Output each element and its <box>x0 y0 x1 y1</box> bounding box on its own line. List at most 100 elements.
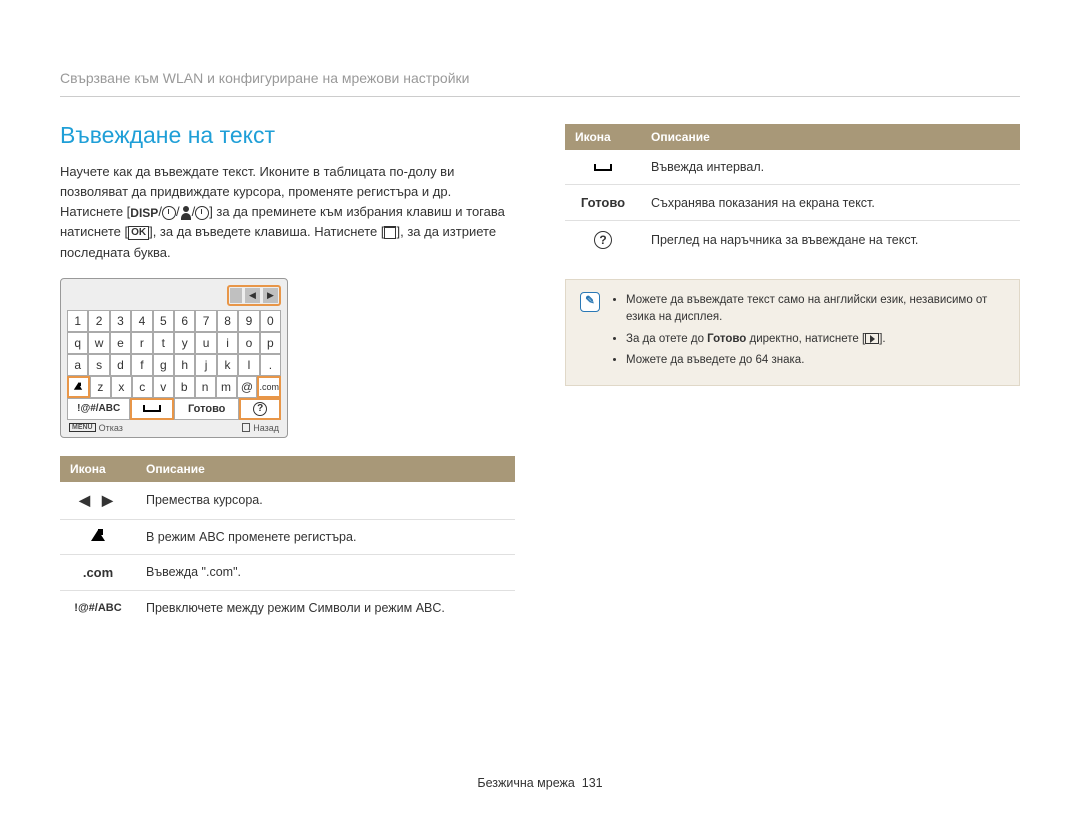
intro-paragraph: Научете как да въвеждате текст. Иконите … <box>60 162 515 263</box>
help-key[interactable]: ? <box>239 398 281 420</box>
table-header-desc: Описание <box>136 456 515 482</box>
key-p[interactable]: p <box>260 332 281 354</box>
menu-icon: MENU <box>69 423 96 432</box>
table-desc-cell: Въвежда ".com". <box>136 554 515 590</box>
done-label-cell: Готово <box>565 185 641 221</box>
key-g[interactable]: g <box>153 354 174 376</box>
footer-label: Безжична мрежа <box>477 776 574 790</box>
key-o[interactable]: o <box>238 332 259 354</box>
table-header-icon: Икона <box>565 124 641 150</box>
key-2[interactable]: 2 <box>88 310 109 332</box>
table-row: ? Преглед на наръчника за въвеждане на те… <box>565 221 1020 260</box>
shift-arrow-icon <box>91 530 105 541</box>
disp-icon: DISP <box>130 206 158 220</box>
key-d[interactable]: d <box>110 354 131 376</box>
arrow-right-key[interactable]: ▶ <box>263 288 278 303</box>
key-y[interactable]: y <box>174 332 195 354</box>
table-row: !@#/ABCПревключете между режим Символи и… <box>60 590 515 625</box>
key-k[interactable]: k <box>217 354 238 376</box>
key-q[interactable]: q <box>67 332 88 354</box>
key-@[interactable]: @ <box>237 376 258 398</box>
key-w[interactable]: w <box>88 332 109 354</box>
key-n[interactable]: n <box>195 376 216 398</box>
key-r[interactable]: r <box>131 332 152 354</box>
arrows-icon: ◀ ▶ <box>60 482 136 520</box>
key-m[interactable]: m <box>216 376 237 398</box>
help-icon-cell: ? <box>565 221 641 260</box>
intro-part-3: ], за да въведете клавиша. Натиснете [ <box>149 224 384 239</box>
key-0[interactable]: 0 <box>260 310 281 332</box>
key-6[interactable]: 6 <box>174 310 195 332</box>
key-f[interactable]: f <box>131 354 152 376</box>
note-item: Можете да въвеждате текст само на англий… <box>626 292 1005 327</box>
text-cursor-indicator <box>230 288 242 303</box>
key-shift[interactable] <box>67 376 90 398</box>
table-header-desc: Описание <box>641 124 1020 150</box>
note-box: ✎ Можете да въвеждате текст само на англ… <box>565 279 1020 386</box>
help-circle-icon: ? <box>594 231 612 249</box>
space-key[interactable] <box>130 398 174 420</box>
page-header: Свързване към WLAN и конфигуриране на мр… <box>60 70 1020 97</box>
note-item: За да отете до Готово директно, натиснет… <box>626 331 1005 348</box>
key-j[interactable]: j <box>195 354 216 376</box>
trash-mini-icon <box>242 423 250 432</box>
shift-icon <box>74 383 82 390</box>
key-t[interactable]: t <box>153 332 174 354</box>
key-c[interactable]: c <box>132 376 153 398</box>
key-7[interactable]: 7 <box>195 310 216 332</box>
key-.[interactable]: . <box>260 354 281 376</box>
key-e[interactable]: e <box>110 332 131 354</box>
clock-icon <box>162 206 176 220</box>
key-i[interactable]: i <box>217 332 238 354</box>
table-row: В режим ABC променете регистъра. <box>60 519 515 554</box>
keyboard-footer-cancel: MENU Отказ <box>69 423 123 433</box>
footer-page: 131 <box>582 776 603 790</box>
space-icon <box>594 164 612 171</box>
com-label-cell: .com <box>60 554 136 590</box>
key-x[interactable]: x <box>111 376 132 398</box>
mode-abc-key[interactable]: !@#/ABC <box>67 398 130 420</box>
table-row: ◀ ▶ Премества курсора. <box>60 482 515 520</box>
table-row: Въвежда интервал. <box>565 150 1020 185</box>
table-row: ГотовоСъхранява показания на екрана текс… <box>565 185 1020 221</box>
key-8[interactable]: 8 <box>217 310 238 332</box>
note-icon: ✎ <box>580 292 600 312</box>
help-icon: ? <box>253 402 267 416</box>
space-icon-cell <box>565 150 641 185</box>
icon-description-table-right: Икона Описание Въвежда интервал.ГотовоСъ… <box>565 124 1020 259</box>
cancel-label: Отказ <box>99 423 123 433</box>
key-9[interactable]: 9 <box>238 310 259 332</box>
key-s[interactable]: s <box>88 354 109 376</box>
key-v[interactable]: v <box>153 376 174 398</box>
key-5[interactable]: 5 <box>153 310 174 332</box>
key-a[interactable]: a <box>67 354 88 376</box>
page-footer: Безжична мрежа 131 <box>0 776 1080 790</box>
key-u[interactable]: u <box>195 332 216 354</box>
key-l[interactable]: l <box>238 354 259 376</box>
key-.com[interactable]: .com <box>257 376 281 398</box>
table-desc-cell: Въвежда интервал. <box>641 150 1020 185</box>
play-icon <box>865 333 879 344</box>
table-desc-cell: Съхранява показания на екрана текст. <box>641 185 1020 221</box>
space-icon <box>143 405 161 412</box>
note-item: Можете да въведете до 64 знака. <box>626 352 1005 369</box>
abc-label-cell: !@#/ABC <box>60 590 136 625</box>
onscreen-keyboard: ◀ ▶ 1234567890 qwertyuiop asdfghjkl. zxcvbn… <box>60 278 288 438</box>
ok-icon: OK <box>128 226 149 240</box>
key-b[interactable]: b <box>174 376 195 398</box>
trash-icon <box>384 226 396 239</box>
icon-description-table-left: Икона Описание ◀ ▶Премества курсора.В ре… <box>60 456 515 625</box>
arrow-left-right-icon: ◀ ▶ <box>79 492 116 508</box>
key-1[interactable]: 1 <box>67 310 88 332</box>
key-3[interactable]: 3 <box>110 310 131 332</box>
shift-icon-cell <box>60 519 136 554</box>
table-desc-cell: Премества курсора. <box>136 482 515 520</box>
arrow-left-key[interactable]: ◀ <box>245 288 260 303</box>
table-desc-cell: В режим ABC променете регистъра. <box>136 519 515 554</box>
done-key[interactable]: Готово <box>174 398 239 420</box>
key-z[interactable]: z <box>90 376 111 398</box>
key-4[interactable]: 4 <box>131 310 152 332</box>
keyboard-cursor-controls: ◀ ▶ <box>227 285 281 306</box>
table-desc-cell: Преглед на наръчника за въвеждане на тек… <box>641 221 1020 260</box>
key-h[interactable]: h <box>174 354 195 376</box>
